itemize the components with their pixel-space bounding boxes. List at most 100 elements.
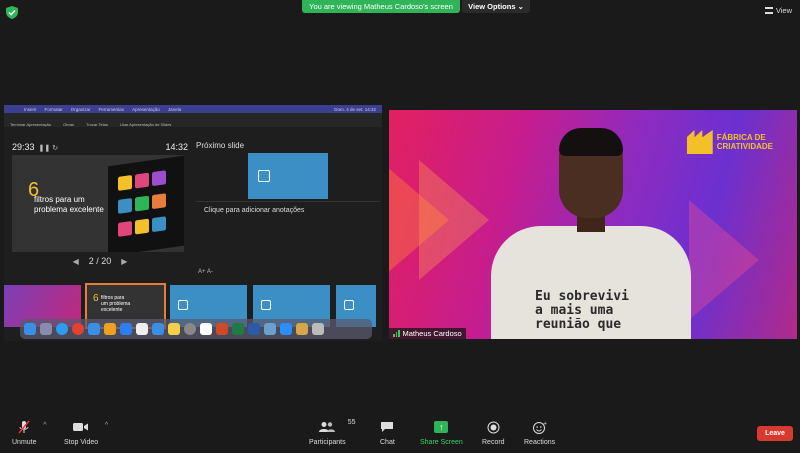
slide-box-icon <box>178 300 188 310</box>
current-slide: 6 filtros para um problema excelente <box>12 155 184 252</box>
record-button[interactable]: Record <box>482 420 505 446</box>
participants-count: 55 <box>347 419 356 426</box>
camera-icon <box>73 420 89 434</box>
brand-line-2: CRIATIVIDADE <box>716 142 773 151</box>
timer-row: 29:33 ❚❚ ↻ 14:32 <box>12 141 188 153</box>
shield-icon[interactable] <box>6 6 18 19</box>
record-icon <box>487 420 500 434</box>
toolbar-obras: Obras <box>63 122 75 127</box>
finder-icon <box>24 323 36 335</box>
appstore-icon <box>120 323 132 335</box>
meeting-toolbar: Unmute ^ Stop Video ^ Participants 55 Ch… <box>0 413 800 453</box>
mac-dock <box>20 319 372 339</box>
shirt-line-3: reunião que <box>535 317 622 332</box>
keynote-icon <box>152 323 164 335</box>
viewing-screen-banner: You are viewing Matheus Cardoso's screen <box>302 0 460 13</box>
slide-text: filtros para um problema excelente <box>34 195 104 214</box>
stop-video-label: Stop Video <box>64 439 99 446</box>
calendar-icon <box>200 323 212 335</box>
thumb-text: filtros para um problema excelente <box>101 295 131 313</box>
menubar-clock: Dom. 4 de set. 14:32 <box>334 106 376 112</box>
participants-button[interactable]: Participants 55 <box>309 419 356 446</box>
unmute-label: Unmute <box>12 439 37 446</box>
font-size-controls: A+ A- <box>198 269 213 275</box>
slide-box-icon <box>258 170 270 182</box>
reactions-button[interactable]: + Reactions <box>524 420 556 447</box>
trash-icon <box>312 323 324 335</box>
next-slide-icon: ▶ <box>121 256 128 266</box>
svg-text:+: + <box>543 421 547 427</box>
notes-icon <box>168 323 180 335</box>
share-screen-icon: ↑ <box>434 420 449 434</box>
menubar-item: Organizar <box>70 106 91 112</box>
thumb-number: 6 <box>93 293 99 304</box>
safari-icon <box>56 323 68 335</box>
slide-navigation: ◀ 2 / 20 ▶ <box>12 256 188 266</box>
shared-screen[interactable]: Inserir Formatar Organizar Ferramentas A… <box>4 105 382 341</box>
mic-muted-icon <box>17 420 31 434</box>
toolbar-end-show: Terminar Apresentação <box>10 122 52 127</box>
menubar-item: Ferramentas <box>98 106 125 112</box>
mail-icon <box>88 323 100 335</box>
unmute-button[interactable]: Unmute ^ <box>12 420 47 446</box>
audio-level-icon <box>393 330 400 337</box>
share-screen-label: Share Screen <box>420 439 463 446</box>
participant-name-tag: Matheus Cardoso <box>389 328 466 339</box>
video-options-caret[interactable]: ^ <box>105 422 108 429</box>
reactions-label: Reactions <box>524 439 556 446</box>
audio-options-caret[interactable]: ^ <box>43 422 46 429</box>
bg-chevron <box>419 160 489 280</box>
bg-chevron <box>689 200 759 320</box>
slide-box-icon <box>261 300 271 310</box>
reactions-icon: + <box>532 420 547 434</box>
shirt-line-2: a mais uma <box>535 303 614 318</box>
reminders-icon <box>136 323 148 335</box>
menubar-item: Inserir <box>24 106 37 112</box>
slide-counter: 2 / 20 <box>88 256 112 266</box>
hair <box>559 128 623 156</box>
mac-menubar: Inserir Formatar Organizar Ferramentas A… <box>4 105 382 113</box>
next-slide-label: Próximo slide <box>196 141 245 150</box>
brand-line-1: FÁBRICA DE <box>716 133 766 142</box>
rubiks-cube-image <box>108 155 184 252</box>
menubar-item: Janela <box>167 106 182 112</box>
word-icon <box>248 323 260 335</box>
zoom-meeting-window: You are viewing Matheus Cardoso's screen… <box>0 0 800 453</box>
stop-video-button[interactable]: Stop Video ^ <box>64 420 108 446</box>
toolbar-swap-screens: Trocar Telas <box>86 122 108 127</box>
preview-icon <box>264 323 276 335</box>
elapsed-timer: 29:33 <box>12 142 35 152</box>
menubar-item: Formatar <box>44 106 63 112</box>
notes-placeholder: Clique para adicionar anotações <box>204 207 305 214</box>
zoom-icon <box>280 323 292 335</box>
view-options-button[interactable]: View Options ⌄ <box>462 0 530 13</box>
leave-button[interactable]: Leave <box>757 426 793 441</box>
chrome-icon <box>72 323 84 335</box>
brand-logo: FÁBRICA DE CRIATIVIDADE <box>686 130 773 154</box>
chat-button[interactable]: Chat <box>380 420 395 446</box>
launchpad-icon <box>40 323 52 335</box>
chat-icon <box>380 420 394 434</box>
participants-label: Participants <box>309 439 346 446</box>
pause-reset-icon: ❚❚ ↻ <box>38 145 59 152</box>
menubar-item: Apresentação <box>132 106 160 112</box>
record-label: Record <box>482 439 505 446</box>
participant-name: Matheus Cardoso <box>402 329 462 338</box>
toolbar-use-slideshow: Usar Apresentação de Slides <box>119 122 172 127</box>
shirt-text: Eu sobrevivi a mais uma reunião que <box>535 290 629 332</box>
powerpoint-icon <box>216 323 228 335</box>
speaker-video[interactable]: FÁBRICA DE CRIATIVIDADE Eu sobrevivi a m… <box>389 110 797 339</box>
prev-slide-icon: ◀ <box>72 256 79 266</box>
slide-box-icon <box>344 300 354 310</box>
participants-icon <box>319 420 336 434</box>
presenter-current: 29:33 ❚❚ ↻ 14:32 6 filtros para um proble… <box>12 141 188 266</box>
view-button[interactable]: View <box>764 6 792 15</box>
chat-label: Chat <box>380 439 395 446</box>
presenter-toolbar: Terminar Apresentação Obras Trocar Telas… <box>4 113 382 127</box>
view-grid-icon <box>764 7 773 14</box>
next-slide-preview <box>248 153 328 199</box>
view-button-label: View <box>775 6 792 15</box>
share-screen-button[interactable]: ↑ Share Screen <box>420 420 463 446</box>
presenter-clock: 14:32 <box>165 142 188 152</box>
shirt-line-1: Eu sobrevivi <box>535 289 629 304</box>
